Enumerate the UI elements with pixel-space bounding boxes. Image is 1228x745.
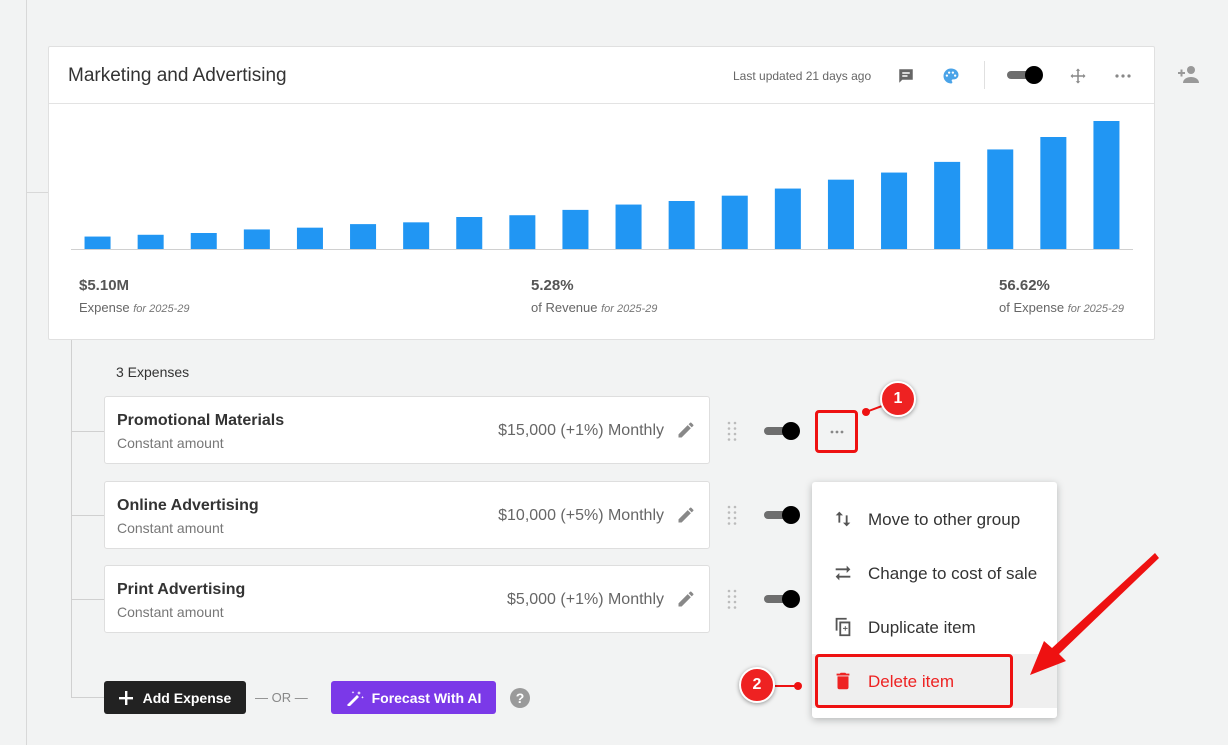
expense-type: Constant amount [117, 604, 224, 620]
add-expense-label: Add Expense [142, 689, 232, 706]
expense-amount: $15,000 (+1%) Monthly [498, 422, 664, 439]
palette-icon[interactable] [940, 65, 962, 87]
toggle-knob [782, 422, 800, 440]
expense-name: Promotional Materials [117, 412, 285, 429]
chart-bar [456, 217, 483, 249]
swap-horizontal-icon [832, 562, 854, 584]
stat-of-revenue: 5.28% of Revenue for 2025-29 [531, 277, 657, 315]
chart-bar [243, 229, 270, 249]
item-toggle[interactable] [764, 506, 800, 524]
magic-wand-icon [346, 690, 364, 706]
drag-handle-icon[interactable] [726, 504, 738, 526]
chart-bar [350, 224, 377, 249]
menu-item-move-group[interactable]: Move to other group [812, 492, 1057, 546]
stat-value: 56.62% [999, 277, 1050, 294]
drag-handle-icon[interactable] [726, 588, 738, 610]
tree-branch [71, 431, 104, 432]
stat-label: of Expense for 2025-29 [999, 300, 1124, 315]
chart-bar [881, 172, 908, 249]
expense-name: Print Advertising [117, 581, 246, 598]
or-separator: — OR — [255, 690, 308, 705]
menu-item-label: Move to other group [868, 510, 1021, 529]
comment-icon[interactable] [895, 65, 917, 87]
expense-item[interactable]: Online Advertising Constant amount $10,0… [104, 481, 710, 549]
pencil-icon[interactable] [676, 420, 696, 440]
left-rail [26, 0, 27, 745]
delete-highlight-outline [815, 654, 1013, 708]
stat-expense: $5.10M Expense for 2025-29 [79, 277, 189, 315]
card-header: Marketing and Advertising Last updated 2… [49, 47, 1154, 104]
header-divider [984, 61, 985, 89]
add-expense-button[interactable]: Add Expense [104, 681, 246, 714]
stat-label: Expense for 2025-29 [79, 300, 190, 315]
stat-label: of Revenue for 2025-29 [531, 300, 658, 315]
toggle-knob [1025, 66, 1043, 84]
expense-amount: $5,000 (+1%) Monthly [507, 591, 664, 608]
card-toggle[interactable] [1007, 66, 1043, 84]
menu-item-label: Change to cost of sale [868, 564, 1038, 583]
stat-of-expense: 56.62% of Expense for 2025-29 [999, 277, 1124, 315]
chart-bar [827, 179, 854, 249]
chart-bar [137, 234, 164, 249]
move-icon[interactable] [1067, 65, 1089, 87]
callout-dot-1 [862, 408, 870, 416]
stat-value: 5.28% [531, 277, 574, 294]
expense-item[interactable]: Promotional Materials Constant amount $1… [104, 396, 710, 464]
last-updated-text: Last updated 21 days ago [733, 69, 872, 83]
expense-amount: $10,000 (+5%) Monthly [498, 507, 664, 524]
more-icon [830, 430, 843, 433]
more-icon[interactable] [1112, 65, 1134, 87]
chart-bar [615, 204, 642, 249]
help-icon[interactable]: ? [510, 688, 530, 708]
chart-bar [774, 188, 801, 249]
menu-item-cost-of-sale[interactable]: Change to cost of sale [812, 546, 1057, 600]
chart-bar [721, 195, 748, 249]
chart-bar [296, 227, 323, 249]
chart-bar [562, 209, 589, 249]
duplicate-icon [832, 616, 854, 638]
chart-bar [934, 161, 961, 249]
step-badge-2: 2 [739, 667, 775, 703]
card-title: Marketing and Advertising [68, 65, 287, 86]
expense-count: 3 Expenses [116, 364, 190, 380]
toggle-knob [782, 506, 800, 524]
plus-icon [118, 690, 133, 705]
step-badge-1: 1 [880, 381, 916, 417]
expense-name: Online Advertising [117, 497, 259, 514]
tree-connector [71, 340, 72, 698]
menu-item-label: Duplicate item [868, 618, 976, 637]
tree-branch [71, 599, 104, 600]
pencil-icon[interactable] [676, 589, 696, 609]
item-toggle[interactable] [764, 422, 800, 440]
chart-bar [403, 222, 430, 249]
expense-type: Constant amount [117, 435, 224, 451]
tree-branch [71, 515, 104, 516]
menu-item-duplicate[interactable]: Duplicate item [812, 600, 1057, 654]
expense-item[interactable]: Print Advertising Constant amount $5,000… [104, 565, 710, 633]
swap-vertical-icon [832, 508, 854, 530]
summary-card: Marketing and Advertising Last updated 2… [48, 46, 1155, 340]
chart-bar [190, 233, 217, 249]
forecast-ai-label: Forecast With AI [371, 689, 482, 706]
add-person-icon[interactable] [1176, 64, 1200, 86]
stat-value: $5.10M [79, 277, 130, 294]
pencil-icon[interactable] [676, 505, 696, 525]
left-rail-tick [26, 192, 48, 193]
item-more-button[interactable] [815, 410, 858, 453]
drag-handle-icon[interactable] [726, 420, 738, 442]
chart-bar [987, 149, 1014, 249]
chart-bar [1040, 137, 1067, 249]
chart-bar [509, 215, 536, 249]
forecast-ai-button[interactable]: Forecast With AI [331, 681, 496, 714]
callout-dot-2 [794, 682, 802, 690]
expense-type: Constant amount [117, 520, 224, 536]
chart-bar [668, 201, 695, 249]
expense-bar-chart [71, 121, 1133, 250]
tree-branch [71, 697, 104, 698]
toggle-knob [782, 590, 800, 608]
chart-bar [1093, 121, 1120, 249]
chart-bar [84, 236, 111, 249]
item-toggle[interactable] [764, 590, 800, 608]
